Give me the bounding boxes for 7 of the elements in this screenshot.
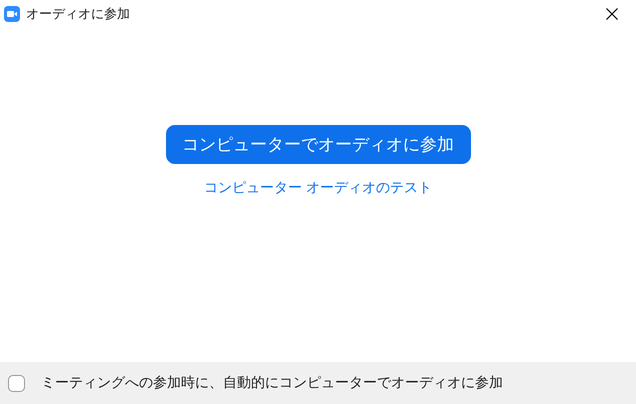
video-camera-icon	[4, 6, 20, 22]
window-title: オーディオに参加	[26, 6, 130, 23]
close-icon[interactable]	[606, 8, 618, 20]
test-audio-link[interactable]: コンピューター オーディオのテスト	[204, 179, 432, 197]
join-audio-button[interactable]: コンピューターでオーディオに参加	[166, 125, 470, 164]
checkbox[interactable]	[8, 374, 25, 392]
checkbox-label: ミーティングへの参加時に、自動的にコンピューターでオーディオに参加	[41, 374, 503, 392]
